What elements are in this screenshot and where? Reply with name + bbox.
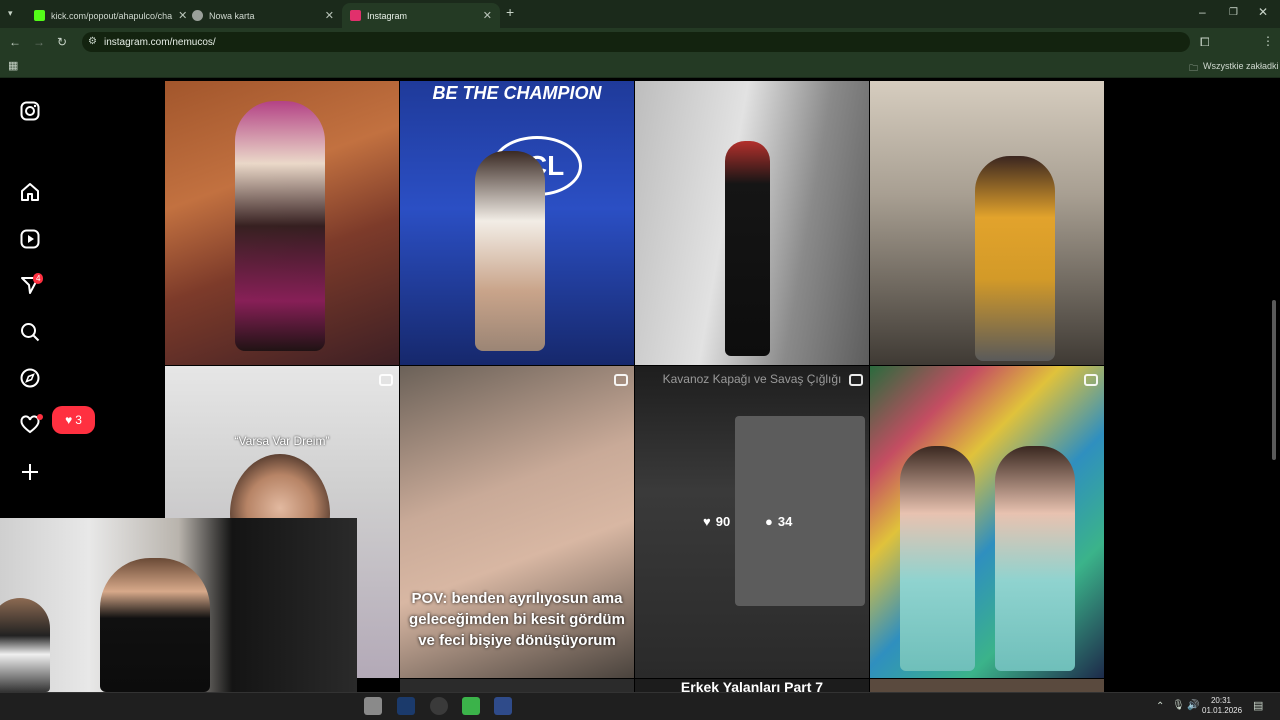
post-overlay-text: BE THE CHAMPION bbox=[432, 83, 602, 103]
minimize-button[interactable]: – bbox=[1199, 6, 1206, 18]
close-window-button[interactable]: ✕ bbox=[1258, 6, 1268, 18]
post-overlay-text: Kavanoz Kapağı ve Savaş Çığlığı bbox=[662, 372, 842, 386]
post-photo-figure bbox=[235, 101, 325, 351]
folder-icon: 🗀 bbox=[1189, 63, 1199, 73]
post-photo-figure bbox=[725, 141, 770, 356]
clock-date: 01.01.2026 bbox=[1202, 706, 1243, 715]
volume-icon[interactable]: 🔊 bbox=[1187, 700, 1199, 712]
new-tab-button[interactable]: + bbox=[506, 5, 514, 19]
obs-icon[interactable] bbox=[430, 697, 448, 715]
forward-arrow-icon[interactable]: → bbox=[33, 36, 45, 48]
reel-icon bbox=[379, 374, 393, 386]
post-tile[interactable] bbox=[165, 81, 399, 365]
all-bookmarks-label: Wszystkie zakładki bbox=[1203, 61, 1279, 71]
clock-time: 20:31 bbox=[1210, 696, 1232, 705]
post-photo-figure bbox=[900, 446, 975, 671]
notification-center-icon[interactable]: ▤ bbox=[1253, 700, 1263, 712]
post-tile[interactable] bbox=[400, 679, 634, 692]
heart-icon: ♥ bbox=[65, 413, 73, 427]
webcam-overlay bbox=[0, 518, 357, 692]
webcam-person bbox=[0, 598, 50, 692]
tab-title: kick.com/popout/ahapulco/cha bbox=[51, 10, 173, 21]
post-tile[interactable] bbox=[870, 366, 1104, 678]
close-icon[interactable]: ✕ bbox=[325, 9, 334, 22]
steam-icon[interactable] bbox=[397, 697, 415, 715]
tab-instagram[interactable]: Instagram ✕ bbox=[342, 3, 500, 28]
likes-count: 90 bbox=[715, 514, 731, 529]
post-photo-figure bbox=[475, 151, 545, 351]
comment-icon: ● bbox=[765, 514, 773, 529]
post-tile[interactable]: BE THE CHAMPION TCL bbox=[400, 81, 634, 365]
tab-search-icon[interactable]: ▾ bbox=[8, 7, 13, 19]
menu-icon[interactable]: ⋮ bbox=[1262, 35, 1274, 47]
browser-app-icon[interactable] bbox=[494, 697, 512, 715]
all-bookmarks-folder[interactable]: 🗀 Wszystkie zakładki bbox=[1189, 61, 1279, 77]
home-icon[interactable] bbox=[18, 180, 42, 204]
reload-icon[interactable]: ↻ bbox=[57, 36, 67, 48]
clock[interactable]: 20:31 01.01.2026 bbox=[1202, 696, 1243, 716]
post-tile[interactable]: Kavanoz Kapağı ve Savaş Çığlığı ♥ 90 ● 3… bbox=[635, 366, 869, 678]
apps-grid-icon[interactable]: ▦ bbox=[8, 60, 18, 72]
page-scrollbar[interactable] bbox=[1272, 300, 1276, 460]
back-arrow-icon[interactable]: ← bbox=[9, 36, 21, 48]
post-overlay-text: Erkek Yalanları Part 7 bbox=[680, 679, 824, 692]
reel-icon bbox=[614, 374, 628, 386]
tab-kick[interactable]: kick.com/popout/ahapulco/cha ✕ bbox=[26, 3, 187, 28]
restore-button[interactable]: ❐ bbox=[1229, 7, 1238, 19]
url-text: instagram.com/nemucos/ bbox=[104, 36, 216, 48]
file-explorer-icon[interactable] bbox=[364, 697, 382, 715]
post-tile[interactable]: POV: benden ayrılıyosun ama geleceğimden… bbox=[400, 366, 634, 678]
post-tile[interactable] bbox=[870, 679, 1104, 692]
post-tile[interactable] bbox=[870, 81, 1104, 365]
post-photo-figure bbox=[995, 446, 1075, 671]
tab-new[interactable]: Nowa karta ✕ bbox=[184, 3, 342, 28]
tab-title: Instagram bbox=[367, 10, 408, 21]
webcam-person bbox=[100, 558, 210, 692]
bookmarks-bar: ▦ 🗀 Wszystkie zakładki bbox=[0, 56, 1280, 78]
kick-favicon-icon bbox=[34, 10, 45, 21]
explore-icon[interactable] bbox=[18, 366, 42, 390]
windows-taskbar bbox=[0, 692, 1280, 720]
browser-tab-strip: ▾ kick.com/popout/ahapulco/cha ✕ Nowa ka… bbox=[0, 0, 1280, 28]
post-photo-figure bbox=[975, 156, 1055, 361]
tab-title: Nowa karta bbox=[209, 10, 255, 21]
fridge-shape bbox=[735, 416, 865, 606]
search-icon[interactable] bbox=[18, 320, 42, 344]
likes-stat: ♥ 90 bbox=[703, 514, 730, 529]
reels-icon[interactable] bbox=[18, 227, 42, 251]
likes-notification-popup[interactable]: ♥ 3 bbox=[52, 406, 95, 434]
comments-stat: ● 34 bbox=[765, 514, 792, 529]
tray-chevron-icon[interactable]: ⌃ bbox=[1156, 701, 1164, 713]
close-icon[interactable]: ✕ bbox=[483, 9, 492, 22]
post-overlay-text: “Varsa Var Dreim” bbox=[234, 434, 330, 448]
globe-favicon-icon bbox=[192, 10, 203, 21]
site-info-icon[interactable]: ⚙ bbox=[88, 36, 97, 48]
create-plus-icon[interactable] bbox=[18, 460, 42, 484]
comments-count: 34 bbox=[777, 514, 793, 529]
post-overlay-text: POV: benden ayrılıyosun ama geleceğimden… bbox=[409, 590, 625, 649]
extensions-icon[interactable]: ⧠ bbox=[1200, 36, 1210, 48]
instagram-favicon-icon bbox=[350, 10, 361, 21]
instagram-logo-icon[interactable] bbox=[18, 99, 42, 123]
chat-app-icon[interactable] bbox=[462, 697, 480, 715]
heart-icon: ♥ bbox=[703, 514, 711, 529]
address-bar[interactable]: ⚙ instagram.com/nemucos/ bbox=[82, 32, 1190, 52]
post-tile[interactable]: Erkek Yalanları Part 7 bbox=[635, 679, 869, 692]
notification-dot bbox=[37, 414, 43, 420]
microphone-icon[interactable]: 🎙 bbox=[1172, 700, 1185, 712]
post-tile[interactable] bbox=[635, 81, 869, 365]
likes-count: 3 bbox=[75, 413, 82, 427]
reel-icon bbox=[1084, 374, 1098, 386]
